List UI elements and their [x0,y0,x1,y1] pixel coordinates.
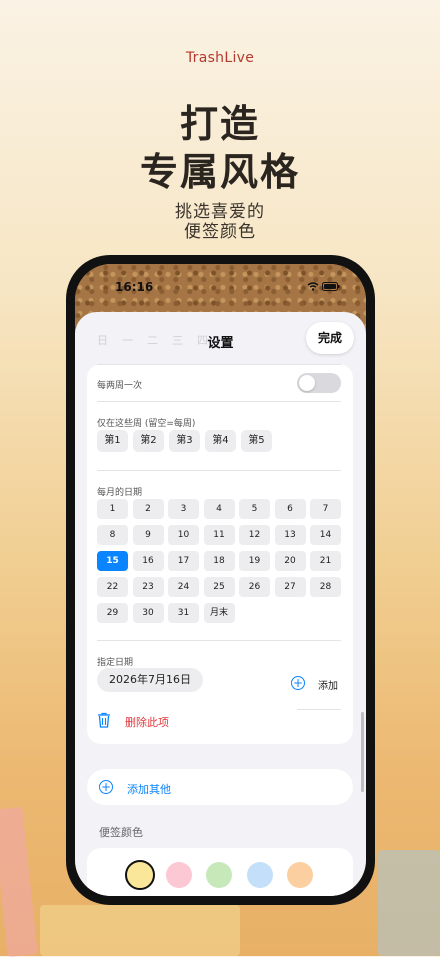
day-cell[interactable]: 14 [310,525,341,545]
day-cell[interactable]: 11 [203,525,235,545]
divider [97,401,341,402]
day-cell[interactable]: 2 [132,499,164,519]
week-chip[interactable]: 第1 [97,430,128,452]
wifi-icon [307,282,319,291]
day-cell[interactable]: 20 [274,551,306,571]
day-cell[interactable]: 30 [132,603,164,623]
weeks-label: 仅在这些周 (留空=每周) [97,419,196,429]
headline-line-2: 专属风格 [139,150,300,194]
trash-icon [98,712,110,728]
day-cell[interactable]: 10 [168,525,199,545]
week-chip[interactable]: 第3 [169,430,200,452]
day-cell[interactable]: 8 [97,525,128,545]
color-swatch-selected[interactable] [125,860,155,890]
day-cell[interactable]: 6 [274,499,306,519]
day-cell[interactable]: 28 [310,577,341,597]
subheadline: 挑选喜爱的 便签颜色 [0,202,440,242]
scrollbar[interactable] [361,712,364,792]
week-chip[interactable]: 第4 [205,430,236,452]
day-cell[interactable]: 31 [168,603,199,623]
day-cell[interactable]: 3 [168,499,199,519]
done-button[interactable]: 完成 [306,322,354,354]
day-cell[interactable]: 29 [97,603,128,623]
add-date-button[interactable]: 添加 [318,677,338,692]
week-chip[interactable]: 第2 [133,430,164,452]
day-cell[interactable]: 18 [203,551,235,571]
date-picker[interactable]: 2026年7月16日 [97,668,203,692]
bg-note-pink [0,806,38,957]
biweekly-toggle[interactable] [297,373,341,393]
headline: 打造 专属风格 [0,100,440,196]
day-cell[interactable]: 27 [274,577,306,597]
day-cell[interactable]: 12 [239,525,270,545]
day-cell[interactable]: 19 [239,551,270,571]
color-swatch[interactable] [247,862,273,888]
status-time: 16:16 [115,280,154,294]
delete-label: 删除此项 [125,716,169,729]
day-cell[interactable]: 22 [97,577,128,597]
specific-date-label: 指定日期 [97,658,134,668]
biweekly-label: 每两周一次 [97,381,143,391]
color-picker [87,848,353,896]
day-cell-selected[interactable]: 15 [97,551,128,571]
bg-note-yellow [40,905,240,956]
add-other-icon: + [99,780,113,794]
color-swatch[interactable] [287,862,313,888]
monthday-label: 每月的日期 [97,488,143,498]
subheadline-line-1: 挑选喜爱的 [175,202,265,222]
phone-screen: 16:16 日一二三四五 设置 完成 每两周一次 仅在这些周 (留空=每周) 第… [75,264,366,896]
day-cell[interactable]: 17 [168,551,199,571]
status-icons [307,282,340,294]
day-cell[interactable]: 26 [239,577,270,597]
settings-sheet: 日一二三四五 设置 完成 每两周一次 仅在这些周 (留空=每周) 第1 第2 第3 第… [75,312,366,896]
day-cell[interactable]: 月末 [203,603,235,623]
week-chip[interactable]: 第5 [241,430,272,452]
day-cell[interactable]: 5 [239,499,270,519]
day-cell[interactable]: 7 [310,499,341,519]
schedule-card: 每两周一次 仅在这些周 (留空=每周) 第1 第2 第3 第4 第5 每月的日期 123… [87,364,353,744]
add-other-button[interactable]: + 添加其他 [87,769,353,805]
day-cell[interactable]: 23 [132,577,164,597]
bg-note-blue [378,850,440,956]
color-swatch[interactable] [166,862,192,888]
day-cell[interactable]: 21 [310,551,341,571]
status-bar: 16:16 [75,280,366,300]
divider [297,709,341,710]
headline-line-1: 打造 [179,102,260,146]
toggle-knob [299,375,315,391]
day-cell[interactable]: 25 [203,577,235,597]
phone-frame: 16:16 日一二三四五 设置 完成 每两周一次 仅在这些周 (留空=每周) 第… [66,255,375,905]
day-cell[interactable]: 4 [203,499,235,519]
add-other-label: 添加其他 [127,783,171,796]
add-date-icon[interactable]: + [291,676,305,690]
divider [97,470,341,471]
divider [97,640,341,641]
battery-icon [322,282,340,291]
color-swatch[interactable] [206,862,232,888]
day-cell[interactable]: 24 [168,577,199,597]
subheadline-line-2: 便签颜色 [184,222,256,242]
divider [97,364,341,365]
day-cell[interactable]: 9 [132,525,164,545]
brand-name: TrashLive [185,50,255,66]
note-color-label: 便签颜色 [99,826,143,839]
day-cell[interactable]: 1 [97,499,128,519]
day-cell[interactable]: 13 [274,525,306,545]
day-cell[interactable]: 16 [132,551,164,571]
